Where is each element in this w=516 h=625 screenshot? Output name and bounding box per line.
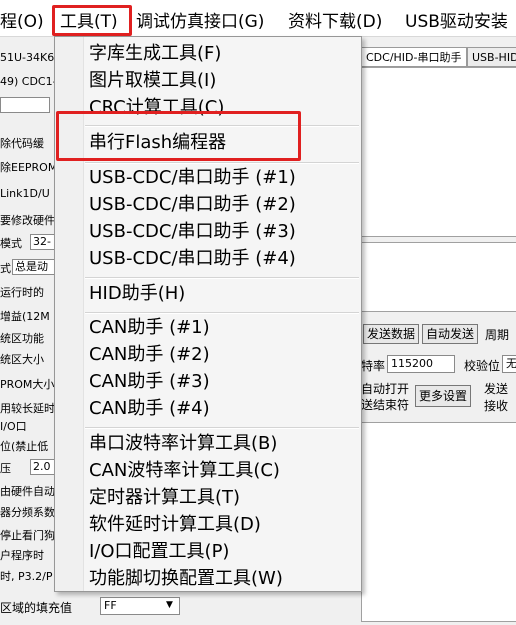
menu-item-usb-cdc-1[interactable]: USB-CDC/串口助手 (#1) (89, 165, 296, 191)
menu-item-uart-baud-calc[interactable]: 串口波特率计算工具(B) (89, 431, 277, 457)
send-end-label[interactable]: 送结束符 (361, 396, 409, 413)
left-row: 运行时的 (0, 286, 44, 299)
left-row: 51U-34K64 (0, 51, 56, 64)
left-row: 模式 (0, 237, 22, 250)
menu-item-font-generator[interactable]: 字库生成工具(F) (89, 41, 221, 67)
auto-send-button[interactable]: 自动发送 (422, 324, 479, 344)
menu-debug[interactable]: 调试仿真接口(G) (136, 9, 264, 35)
chevron-down-icon: ▼ (166, 600, 173, 610)
menu-item-hid-assistant[interactable]: HID助手(H) (89, 281, 185, 307)
more-settings-button[interactable]: 更多设置 (415, 385, 472, 407)
left-row: 由硬件自动 (0, 485, 55, 498)
left-row: I/O口 (0, 420, 27, 433)
fill-value-label: 区域的填充值 (0, 601, 73, 615)
auto-open-label[interactable]: 自动打开 (361, 380, 409, 397)
left-row: 49) CDC1- (0, 75, 56, 88)
menu-item-can-baud-calc[interactable]: CAN波特率计算工具(C) (89, 458, 280, 484)
left-row: 户程序时 (0, 549, 44, 562)
highlight-tools-menu (52, 5, 132, 36)
menu-separator (85, 162, 359, 164)
left-row: 用较长延时 (0, 402, 55, 415)
menu-item-timer-calc[interactable]: 定时器计算工具(T) (89, 485, 240, 511)
menu-separator (85, 277, 359, 279)
left-row: 停止看门狗 (0, 529, 55, 542)
menu-item-usb-cdc-4[interactable]: USB-CDC/串口助手 (#4) (89, 246, 296, 272)
baud-label: 特率 (361, 359, 386, 373)
info-textarea (361, 422, 516, 622)
left-row: 除EEPROM (0, 161, 56, 174)
left-row: 要修改硬件 (0, 214, 55, 227)
baud-select[interactable]: 115200 (387, 355, 455, 373)
menu-item-usb-cdc-3[interactable]: USB-CDC/串口助手 (#3) (89, 219, 296, 245)
menu-download[interactable]: 资料下载(D) (288, 9, 382, 35)
left-row: 时, P3.2/P (0, 570, 53, 583)
left-row: 位(禁止低 (0, 440, 49, 453)
left-row: PROM大小 (0, 378, 55, 391)
left-row: 统区大小 (0, 353, 44, 366)
tab-usb-hid[interactable]: USB-HID (467, 47, 516, 67)
receive-textarea[interactable] (361, 67, 516, 237)
left-row: 式 (0, 262, 11, 275)
fill-value-row: 区域的填充值 FF ▼ (0, 596, 516, 618)
menu-item-usb-cdc-2[interactable]: USB-CDC/串口助手 (#2) (89, 192, 296, 218)
menu-item-can-4[interactable]: CAN助手 (#4) (89, 396, 210, 422)
parity-select[interactable]: 无 (502, 355, 516, 373)
menu-item-io-config[interactable]: I/O口配置工具(P) (89, 539, 229, 565)
left-row: 增益(12M (0, 310, 50, 323)
left-row: 压 (0, 462, 11, 475)
left-row: 统区功能 (0, 332, 44, 345)
mode-field[interactable]: 32- (30, 234, 56, 250)
voltage-field[interactable]: 2.0 (30, 459, 56, 475)
menu-item-image-modeling[interactable]: 图片取模工具(I) (89, 68, 216, 94)
send-textarea[interactable] (361, 242, 516, 312)
receive-label: 接收 (484, 399, 509, 413)
menu-separator (85, 427, 359, 429)
left-row: Link1D/U (0, 187, 50, 200)
left-select[interactable] (0, 97, 50, 113)
tab-cdc-hid-serial[interactable]: CDC/HID-串口助手 (361, 47, 467, 67)
total-select[interactable]: 总是动 (12, 259, 56, 275)
menu-usb-driver[interactable]: USB驱动安装 (405, 9, 508, 35)
menu-item-can-3[interactable]: CAN助手 (#3) (89, 369, 210, 395)
left-row: 器分频系数 (0, 506, 55, 519)
menu-item-delay-calc[interactable]: 软件延时计算工具(D) (89, 512, 261, 538)
menu-item-can-1[interactable]: CAN助手 (#1) (89, 315, 210, 341)
right-serial-panel: CDC/HID-串口助手 USB-HID 发送数据 自动发送 周期 特率 115… (361, 37, 516, 625)
left-row: 除代码缓 (0, 137, 44, 150)
menu-item-pin-switch-config[interactable]: 功能脚切换配置工具(W) (89, 566, 283, 592)
send-label: 发送 (484, 382, 509, 396)
left-settings-panel: 51U-34K64 49) CDC1- 除代码缓 除EEPROM Link1D/… (0, 37, 56, 625)
menu-item-can-2[interactable]: CAN助手 (#2) (89, 342, 210, 368)
period-label: 周期 (485, 328, 510, 342)
menu-program-partial[interactable]: 程(O) (0, 9, 44, 35)
highlight-serial-flash (56, 111, 301, 161)
parity-label: 校验位 (464, 359, 501, 373)
send-data-button[interactable]: 发送数据 (363, 324, 420, 344)
menu-separator (85, 312, 359, 314)
